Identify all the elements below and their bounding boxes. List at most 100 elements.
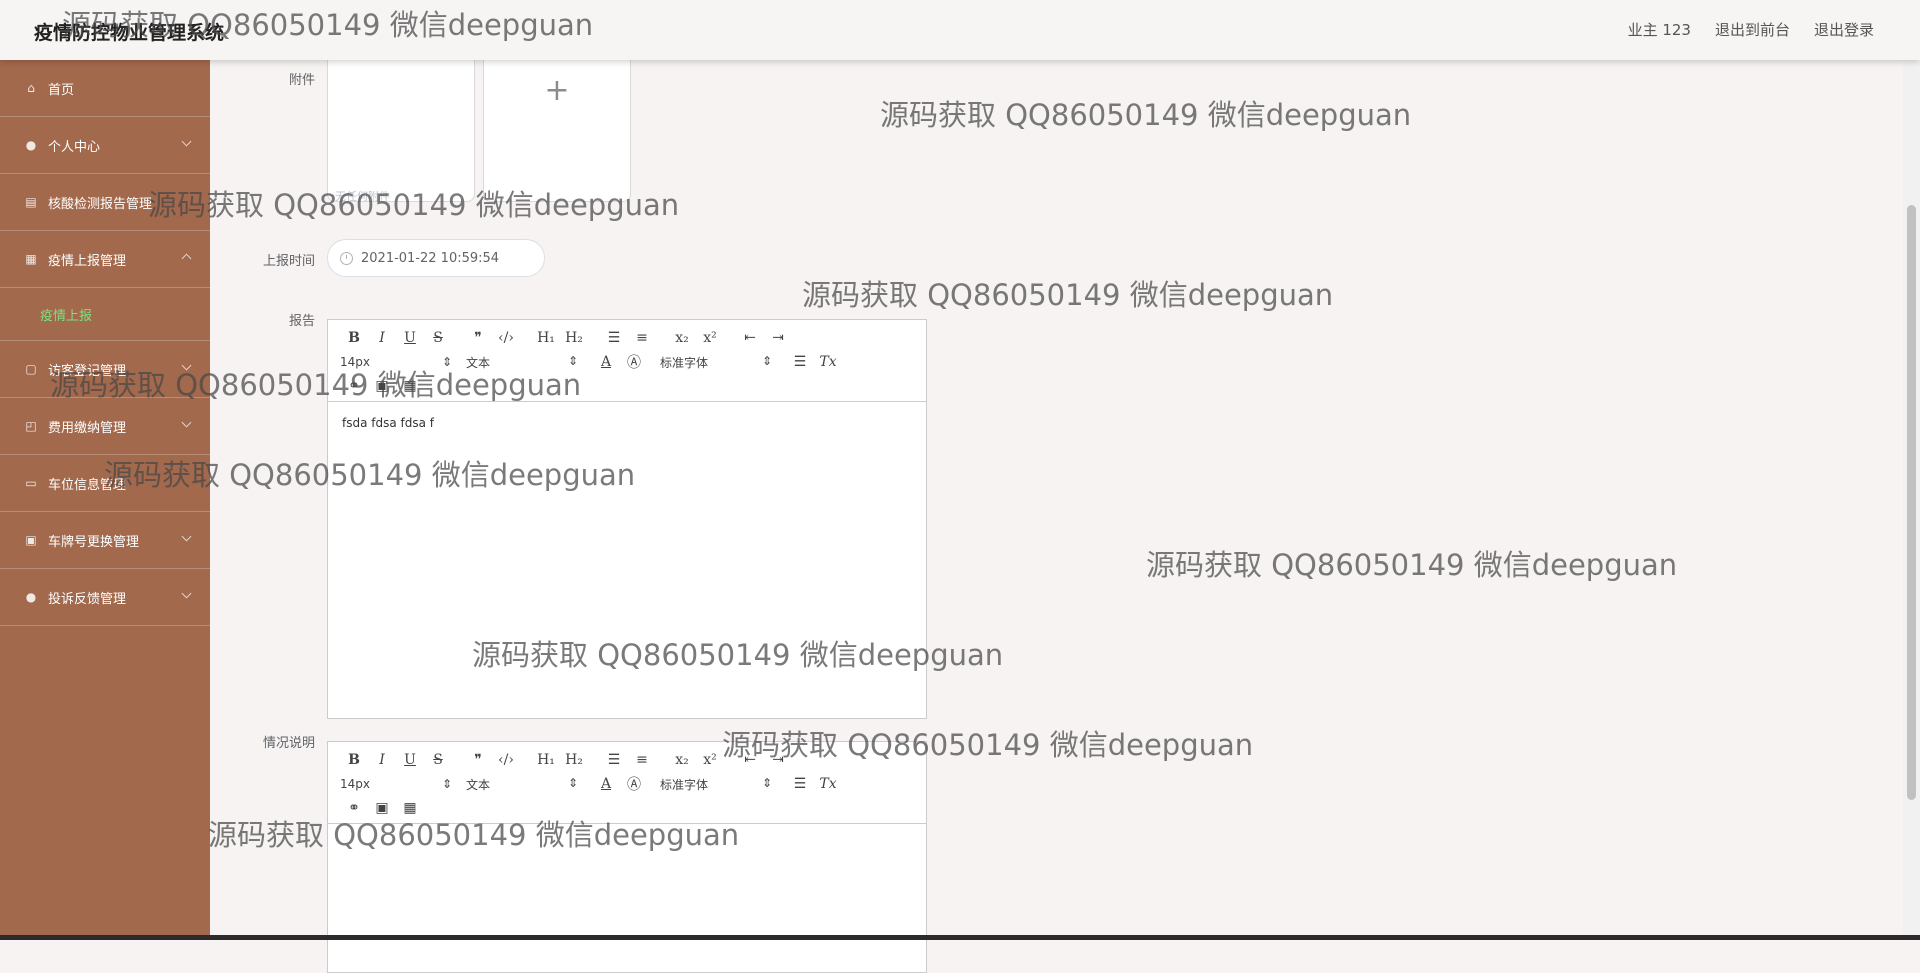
feedback-icon: ● [25,590,37,604]
situation-editor-toolbar: B I U S ❞ ‹/› H₁ H₂ ☰ ≡ x₂ x² ⇤ ⇥ 14px ⇕… [328,742,926,824]
blockquote-icon[interactable]: ❞ [464,330,492,346]
uploaded-file-thumbnail[interactable] [327,54,475,202]
sidebar-item-epidemic-report[interactable]: ▦ 疫情上报管理 [0,231,210,288]
car-icon: ▣ [25,533,37,547]
header-links: 业主 123 退出到前台 退出登录 [1628,19,1874,40]
user-name-link[interactable]: 业主 123 [1628,19,1691,40]
sidebar-item-label: 费用缴纳管理 [48,420,127,436]
upload-button[interactable]: + [483,54,631,202]
sidebar-item-label: 首页 [48,82,75,98]
top-header: 疫情防控物业管理系统 业主 123 退出到前台 退出登录 [0,0,1920,60]
strike-button[interactable]: S [424,330,452,346]
page-scrollbar[interactable] [1903,60,1920,940]
scrollbar-thumb[interactable] [1907,205,1916,800]
text-type-select[interactable]: 文本 ⇕ [466,354,592,371]
sidebar-item-label: 疫情上报管理 [48,253,127,269]
report-editor-body[interactable]: fsda fdsa fdsa f [328,402,926,444]
text-type-select[interactable]: 文本 ⇕ [466,776,592,793]
report-time-input[interactable]: 2021-01-22 10:59:54 [327,239,545,277]
report-label: 报告 [288,314,315,329]
user-icon: ● [25,138,37,152]
app-title: 疫情防控物业管理系统 [34,22,225,44]
bottom-strip [0,935,1920,940]
video-icon[interactable]: ▦ [396,800,424,816]
italic-button[interactable]: I [368,330,396,346]
fee-icon: ◰ [25,419,37,433]
sidebar-item-test-reports[interactable]: ▤ 核酸检测报告管理 [0,174,210,231]
superscript-button[interactable]: x² [696,752,724,768]
report-editor[interactable]: B I U S ❞ ‹/› H₁ H₂ ☰ ≡ x₂ x² ⇤ ⇥ 14px ⇕… [327,319,927,719]
clear-format-icon[interactable]: Tx [814,776,842,792]
bullet-list-icon[interactable]: ≡ [628,752,656,768]
link-icon[interactable]: ⚭ [340,800,368,816]
ordered-list-icon[interactable]: ☰ [600,752,628,768]
background-color-icon[interactable]: Ⓐ [620,352,648,372]
sidebar-item-label: 个人中心 [48,139,101,155]
sidebar: ⌂ 首页 ● 个人中心 ▤ 核酸检测报告管理 ▦ 疫情上报管理 疫情上报 ▢ 访… [0,60,210,940]
back-to-frontend-link[interactable]: 退出到前台 [1715,19,1790,40]
logout-link[interactable]: 退出登录 [1814,19,1874,40]
bullet-list-icon[interactable]: ≡ [628,330,656,346]
code-icon[interactable]: ‹/› [492,752,520,768]
chevron-down-icon [181,531,192,542]
align-icon[interactable]: ☰ [786,776,814,792]
sidebar-item-plate-change[interactable]: ▣ 车牌号更换管理 [0,512,210,569]
ordered-list-icon[interactable]: ☰ [600,330,628,346]
sidebar-subitem-epidemic-report[interactable]: 疫情上报 [0,288,210,341]
video-icon[interactable]: ▦ [396,378,424,394]
font-color-icon[interactable]: A [592,354,620,370]
report-icon: ▦ [25,252,37,266]
blockquote-icon[interactable]: ❞ [464,752,492,768]
strike-button[interactable]: S [424,752,452,768]
sidebar-item-parking-info[interactable]: ▭ 车位信息管理 [0,455,210,512]
indent-icon[interactable]: ⇥ [764,752,792,768]
font-color-icon[interactable]: A [592,776,620,792]
chevron-down-icon [181,417,192,428]
h1-button[interactable]: H₁ [532,752,560,768]
font-size-select[interactable]: 14px ⇕ [340,355,466,369]
report-time-label: 上报时间 [262,254,315,269]
clear-format-icon[interactable]: Tx [814,354,842,370]
background-color-icon[interactable]: Ⓐ [620,774,648,794]
sidebar-item-label: 投诉反馈管理 [48,591,127,607]
bold-button[interactable]: B [340,752,368,768]
font-family-select[interactable]: 标准字体 ⇕ [660,776,786,793]
clipboard-icon: ▤ [25,195,37,209]
font-size-select[interactable]: 14px ⇕ [340,777,466,791]
sidebar-item-personal-center[interactable]: ● 个人中心 [0,117,210,174]
h2-button[interactable]: H₂ [560,330,588,346]
font-family-select[interactable]: 标准字体 ⇕ [660,354,786,371]
situation-editor-body[interactable] [328,824,926,852]
indent-icon[interactable]: ⇥ [764,330,792,346]
sidebar-item-fee-payment[interactable]: ◰ 费用缴纳管理 [0,398,210,455]
superscript-button[interactable]: x² [696,330,724,346]
code-icon[interactable]: ‹/› [492,330,520,346]
italic-button[interactable]: I [368,752,396,768]
attachment-hint: 无任何附件 [335,190,390,203]
sidebar-item-label: 车牌号更换管理 [48,534,140,550]
h2-button[interactable]: H₂ [560,752,588,768]
situation-label: 情况说明 [262,736,315,751]
bold-button[interactable]: B [340,330,368,346]
image-icon[interactable]: ▣ [368,800,396,816]
main-content: 附件 + 无任何附件 上报时间 2021-01-22 10:59:54 报告 B… [235,54,1880,973]
sidebar-item-label: 核酸检测报告管理 [48,196,153,212]
chevron-up-icon [181,253,192,264]
subscript-button[interactable]: x₂ [668,330,696,346]
chevron-down-icon [181,360,192,371]
underline-button[interactable]: U [396,752,424,768]
image-icon[interactable]: ▣ [368,378,396,394]
sidebar-item-complaint-feedback[interactable]: ● 投诉反馈管理 [0,569,210,626]
align-icon[interactable]: ☰ [786,354,814,370]
subscript-button[interactable]: x₂ [668,752,696,768]
parking-icon: ▭ [25,476,37,490]
h1-button[interactable]: H₁ [532,330,560,346]
chevron-down-icon [181,588,192,599]
link-icon[interactable]: ⚭ [340,378,368,394]
outdent-icon[interactable]: ⇤ [736,330,764,346]
outdent-icon[interactable]: ⇤ [736,752,764,768]
report-time-value: 2021-01-22 10:59:54 [361,250,500,266]
sidebar-item-home[interactable]: ⌂ 首页 [0,60,210,117]
sidebar-item-visitor-registration[interactable]: ▢ 访客登记管理 [0,341,210,398]
underline-button[interactable]: U [396,330,424,346]
